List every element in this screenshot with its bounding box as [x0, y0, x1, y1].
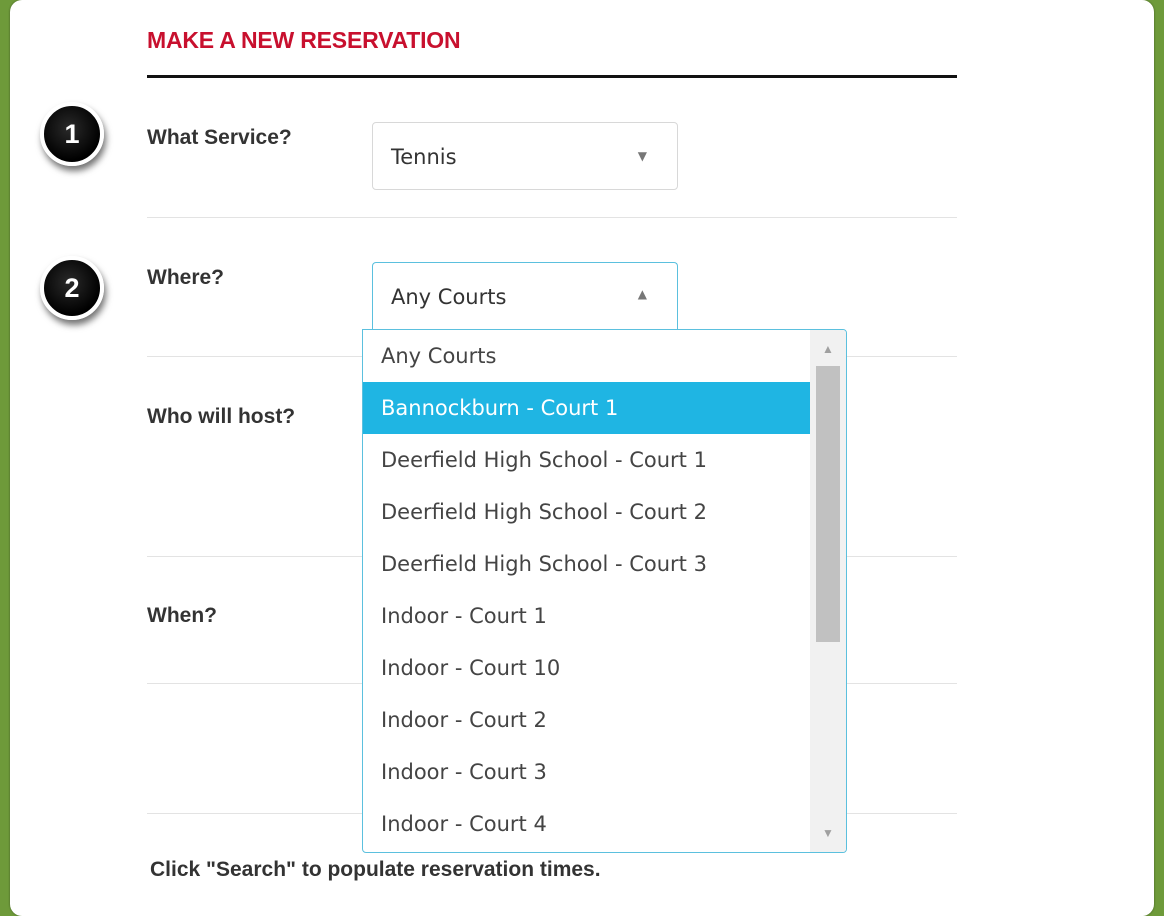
- where-select[interactable]: Any Courts ▲: [372, 262, 678, 330]
- dropdown-option[interactable]: Any Courts: [363, 330, 810, 382]
- row-divider: [147, 217, 957, 218]
- dropdown-option[interactable]: Deerfield High School - Court 2: [363, 486, 810, 538]
- dropdown-option-highlighted[interactable]: Bannockburn - Court 1: [363, 382, 810, 434]
- dropdown-option[interactable]: Indoor - Court 1: [363, 590, 810, 642]
- scroll-down-arrow-icon[interactable]: ▼: [810, 816, 846, 850]
- step-1-badge: 1: [40, 102, 104, 166]
- service-select-value: Tennis: [391, 145, 457, 169]
- step-2-badge: 2: [40, 256, 104, 320]
- dropdown-option[interactable]: Indoor - Court 2: [363, 694, 810, 746]
- where-dropdown-list[interactable]: Any Courts Bannockburn - Court 1 Deerfie…: [362, 329, 847, 853]
- search-hint: Click "Search" to populate reservation t…: [150, 858, 601, 881]
- when-label: When?: [147, 604, 217, 627]
- caret-up-icon: ▲: [637, 287, 647, 301]
- host-label: Who will host?: [147, 405, 296, 428]
- caret-down-icon: ▼: [637, 149, 647, 163]
- dropdown-scrollbar[interactable]: ▲ ▼: [810, 330, 846, 852]
- dropdown-option[interactable]: Deerfield High School - Court 3: [363, 538, 810, 590]
- dropdown-option[interactable]: Indoor - Court 10: [363, 642, 810, 694]
- where-select-value: Any Courts: [391, 285, 507, 309]
- dropdown-option[interactable]: Deerfield High School - Court 1: [363, 434, 810, 486]
- page-title: MAKE A NEW RESERVATION: [147, 27, 461, 53]
- scroll-up-arrow-icon[interactable]: ▲: [810, 332, 846, 366]
- service-label: What Service?: [147, 126, 292, 149]
- scrollbar-thumb[interactable]: [816, 366, 840, 642]
- dropdown-option[interactable]: Indoor - Court 4: [363, 798, 810, 850]
- title-underline: [147, 75, 957, 78]
- dropdown-option[interactable]: Indoor - Court 3: [363, 746, 810, 798]
- service-select[interactable]: Tennis ▼: [372, 122, 678, 190]
- where-label: Where?: [147, 266, 225, 289]
